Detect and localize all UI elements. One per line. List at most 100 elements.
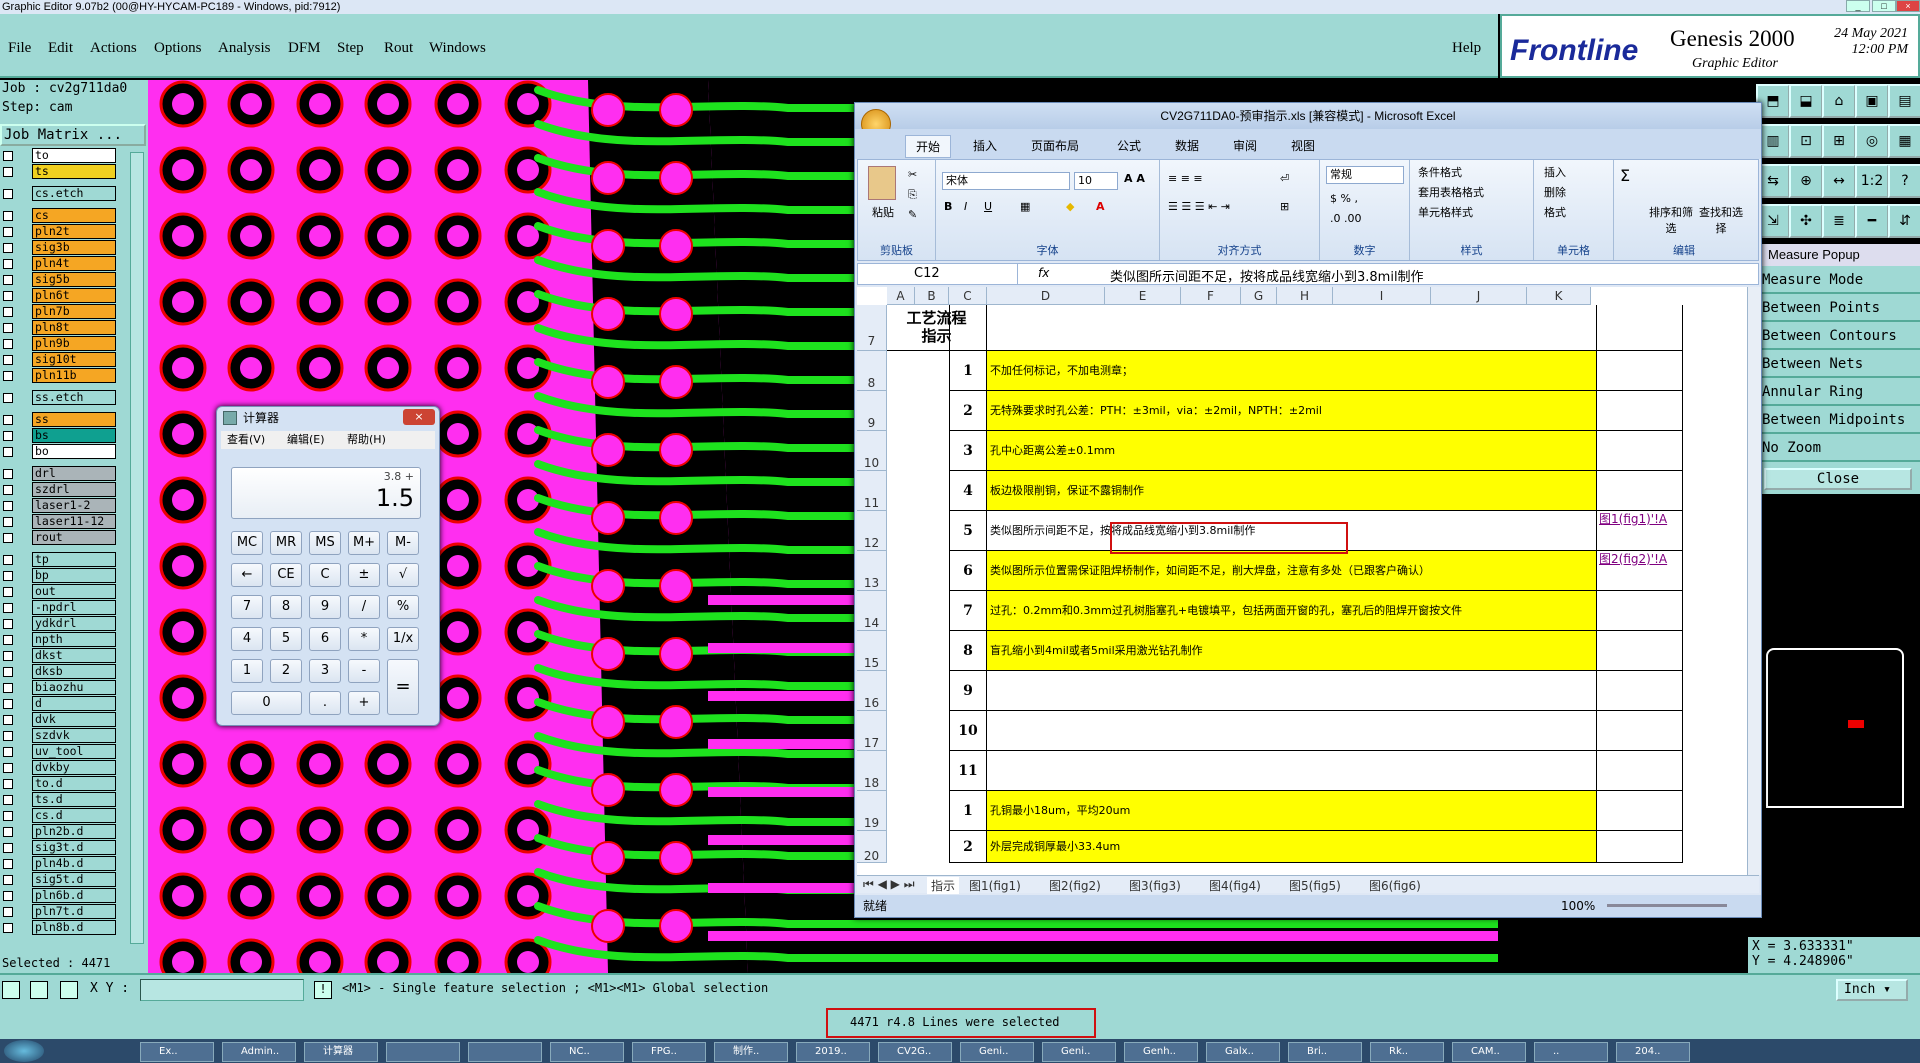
ribbon-tab[interactable]: 页面布局	[1021, 135, 1089, 156]
conditional-format-button[interactable]: 条件格式	[1418, 164, 1462, 180]
layer-row[interactable]: ts.d	[0, 792, 118, 808]
step-number-cell[interactable]: 8	[949, 631, 987, 671]
layer-row[interactable]: pln6t	[0, 288, 118, 304]
layer-checkbox[interactable]	[3, 211, 13, 221]
taskbar-item[interactable]: Admin..	[222, 1042, 296, 1062]
align-top-icon[interactable]: ≡ ≡ ≡	[1168, 172, 1203, 185]
layer-row[interactable]: ss	[0, 412, 118, 428]
layer-checkbox[interactable]	[3, 275, 13, 285]
taskbar-item[interactable]: CAM..	[1452, 1042, 1526, 1062]
step-number-cell[interactable]: 2	[949, 391, 987, 431]
italic-icon[interactable]: I	[964, 200, 967, 213]
layer-row[interactable]: biaozhu	[0, 680, 118, 696]
layer-row[interactable]: pln2b.d	[0, 824, 118, 840]
column-header[interactable]: K	[1527, 287, 1591, 305]
calc-key[interactable]: 1	[231, 659, 263, 683]
row-header[interactable]: 13	[857, 551, 887, 591]
step-number-cell[interactable]: 7	[949, 591, 987, 631]
sheet-tab[interactable]: 图6(fig6)	[1369, 877, 1421, 894]
cell-style-button[interactable]: 单元格样式	[1418, 204, 1473, 220]
sheet-tab[interactable]: 图3(fig3)	[1129, 877, 1181, 894]
delete-cells-button[interactable]: 删除	[1544, 184, 1566, 200]
hyperlink-cell[interactable]	[1597, 631, 1683, 671]
layer-row[interactable]: szdvk	[0, 728, 118, 744]
start-button-icon[interactable]	[4, 1040, 44, 1062]
layer-row[interactable]: laser1-2	[0, 498, 118, 514]
between-midpoints-option[interactable]: Between Midpoints	[1756, 406, 1920, 434]
column-header[interactable]: E	[1105, 287, 1181, 305]
instruction-cell[interactable]	[987, 711, 1597, 751]
layer-checkbox[interactable]	[3, 651, 13, 661]
layer-checkbox[interactable]	[3, 731, 13, 741]
layer-row[interactable]: sig5t.d	[0, 872, 118, 888]
layer-checkbox[interactable]	[3, 603, 13, 613]
calculator-close-icon[interactable]: ×	[403, 409, 435, 425]
row-header[interactable]: 7	[857, 305, 887, 351]
taskbar-item[interactable]: Genh..	[1124, 1042, 1198, 1062]
border-icon[interactable]: ▦	[1020, 200, 1030, 213]
fx-icon[interactable]: fx	[1038, 266, 1049, 280]
job-matrix-button[interactable]: Job Matrix ...	[0, 124, 146, 146]
hyperlink-cell[interactable]	[1597, 431, 1683, 471]
zoom-slider[interactable]	[1607, 904, 1727, 907]
taskbar-item[interactable]	[386, 1042, 460, 1062]
ribbon-tab[interactable]: 插入	[963, 135, 1007, 156]
hyperlink-cell[interactable]	[1597, 305, 1683, 351]
layer-checkbox[interactable]	[3, 167, 13, 177]
grow-font-icon[interactable]: A A	[1124, 172, 1145, 185]
format-cells-button[interactable]: 格式	[1544, 204, 1566, 220]
measure-close-button[interactable]: Close	[1764, 468, 1912, 490]
percent-icon[interactable]: $ % ,	[1330, 192, 1358, 205]
layer-row[interactable]: cs.d	[0, 808, 118, 824]
layer-checkbox[interactable]	[3, 571, 13, 581]
step-number-cell[interactable]: 10	[949, 711, 987, 751]
calc-key[interactable]: ±	[348, 563, 380, 587]
row-header[interactable]: 16	[857, 671, 887, 711]
layer-checkbox[interactable]	[3, 447, 13, 457]
hyperlink-cell[interactable]	[1597, 791, 1683, 831]
hyperlink-cell[interactable]	[1597, 831, 1683, 863]
taskbar-item[interactable]: CV2G..	[878, 1042, 952, 1062]
step-number-cell[interactable]: 3	[949, 431, 987, 471]
row-header[interactable]: 14	[857, 591, 887, 631]
layer-row[interactable]: npth	[0, 632, 118, 648]
close-icon[interactable]: ×	[1896, 0, 1920, 12]
layer-row[interactable]: to	[0, 148, 118, 164]
column-header[interactable]: G	[1241, 287, 1277, 305]
taskbar-item[interactable]: 204..	[1616, 1042, 1690, 1062]
layer-row[interactable]: bp	[0, 568, 118, 584]
layer-checkbox[interactable]	[3, 619, 13, 629]
calc-menu-edit[interactable]: 编辑(E)	[287, 431, 325, 449]
measure-icon[interactable]	[30, 981, 48, 999]
calc-key[interactable]: 6	[309, 627, 341, 651]
row-header[interactable]: 10	[857, 431, 887, 471]
layer-checkbox[interactable]	[3, 307, 13, 317]
maximize-icon[interactable]: □	[1872, 0, 1896, 12]
hyperlink-cell[interactable]: 图2(fig2)'!A	[1597, 551, 1683, 591]
row-header[interactable]: 20	[857, 831, 887, 863]
calc-key[interactable]: 9	[309, 595, 341, 619]
layer-row[interactable]: laser11-12	[0, 514, 118, 530]
tool-button-icon[interactable]: ◎	[1855, 124, 1889, 158]
layer-row[interactable]: -npdrl	[0, 600, 118, 616]
layer-checkbox[interactable]	[3, 843, 13, 853]
layer-row[interactable]: pln7t.d	[0, 904, 118, 920]
hyperlink-cell[interactable]	[1597, 471, 1683, 511]
layer-row[interactable]: ydkdrl	[0, 616, 118, 632]
tool-button-icon[interactable]: ▦	[1888, 124, 1920, 158]
instruction-cell[interactable]	[987, 305, 1597, 351]
copy-icon[interactable]: ⎘	[908, 188, 917, 202]
row-header[interactable]: 15	[857, 631, 887, 671]
layer-checkbox[interactable]	[3, 151, 13, 161]
font-size-select[interactable]: 10	[1074, 172, 1118, 190]
calc-equals-key[interactable]: =	[387, 659, 419, 715]
calc-key[interactable]: %	[387, 595, 419, 619]
tool-button-icon[interactable]: ≣	[1822, 204, 1856, 238]
instruction-cell[interactable]: 盲孔缩小到4mil或者5mil采用激光钻孔制作	[987, 631, 1597, 671]
row-header[interactable]: 19	[857, 791, 887, 831]
layer-row[interactable]: to.d	[0, 776, 118, 792]
sheet-tab[interactable]: 图4(fig4)	[1209, 877, 1261, 894]
hyperlink-cell[interactable]	[1597, 751, 1683, 791]
layer-row[interactable]: dksb	[0, 664, 118, 680]
layer-checkbox[interactable]	[3, 907, 13, 917]
